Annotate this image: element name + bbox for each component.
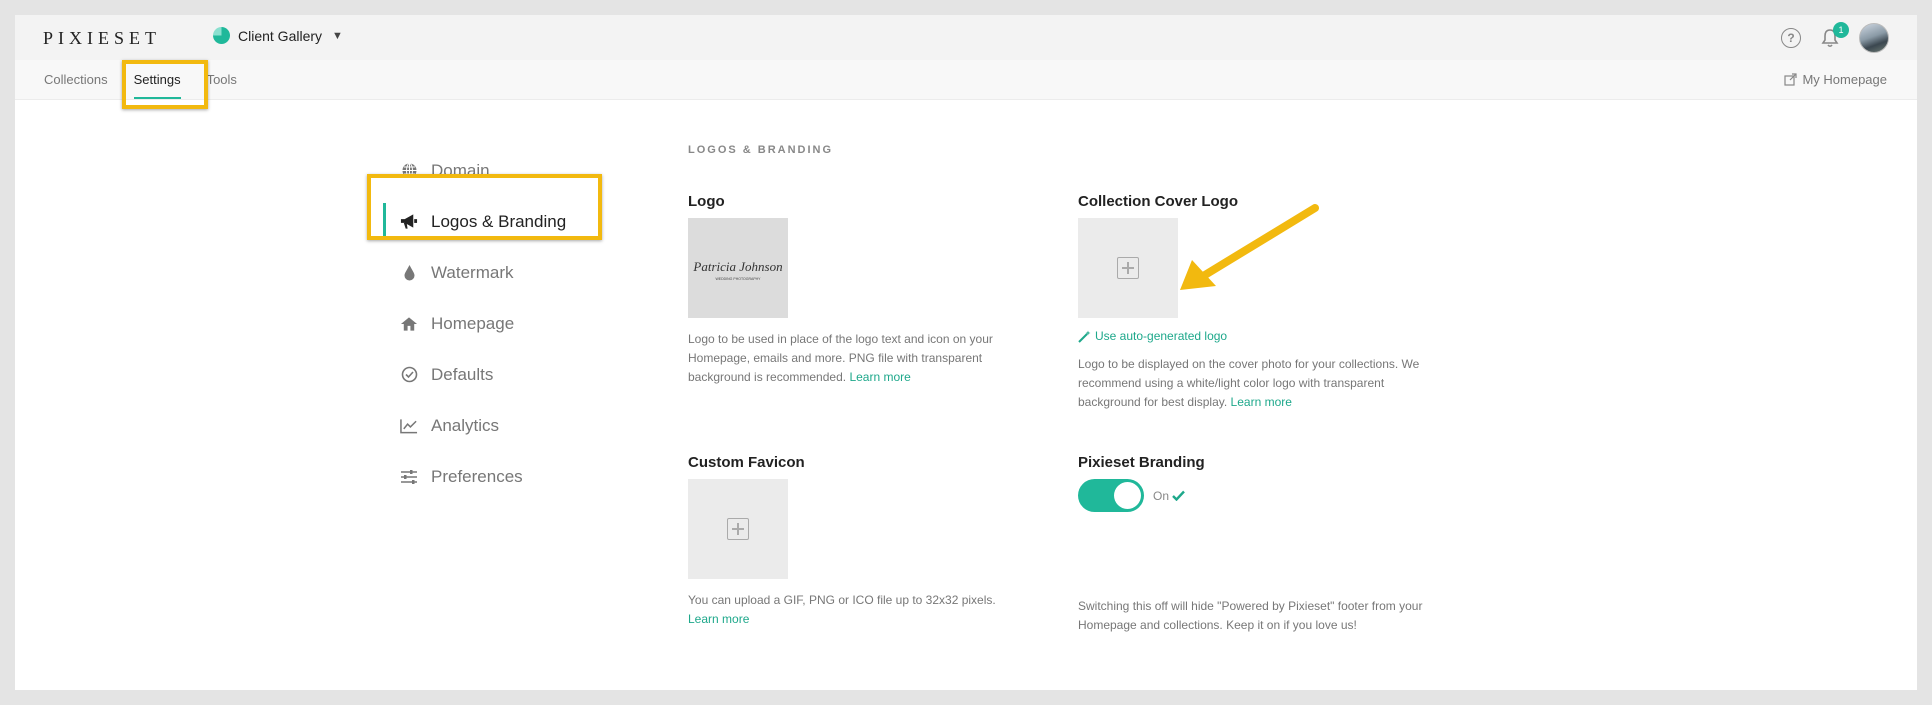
favicon-learn-more-link[interactable]: Learn more xyxy=(688,610,1023,629)
auto-generated-logo-label: Use auto-generated logo xyxy=(1095,329,1228,343)
cover-logo-upload[interactable] xyxy=(1078,218,1178,318)
branding-title: Pixieset Branding xyxy=(1078,454,1205,471)
brand-logo[interactable]: PIXIESET xyxy=(43,28,161,49)
branding-toggle[interactable] xyxy=(1078,479,1144,512)
home-icon xyxy=(400,315,418,333)
sidebar-item-defaults[interactable]: Defaults xyxy=(400,349,566,400)
svg-text:WEDDING PHOTOGRAPHY: WEDDING PHOTOGRAPHY xyxy=(715,277,761,281)
section-title: LOGOS & BRANDING xyxy=(688,144,834,156)
help-icon[interactable]: ? xyxy=(1781,28,1801,48)
drop-icon xyxy=(400,264,418,282)
active-indicator xyxy=(383,203,386,239)
top-header: PIXIESET Client Gallery ▼ ? 1 xyxy=(15,15,1917,60)
chart-line-icon xyxy=(400,417,418,435)
sliders-icon xyxy=(400,468,418,486)
tab-collections[interactable]: Collections xyxy=(44,72,108,87)
sidebar-item-label: Logos & Branding xyxy=(431,211,567,231)
cover-logo-setting: Collection Cover Logo Use auto-generated… xyxy=(1078,193,1438,412)
external-link-icon xyxy=(1784,73,1798,86)
sidebar-item-analytics[interactable]: Analytics xyxy=(400,400,566,451)
settings-sidebar: Domain Logos & Branding Watermark Homepa… xyxy=(383,145,567,502)
plus-icon xyxy=(1117,257,1139,279)
megaphone-icon xyxy=(400,213,418,231)
avatar[interactable] xyxy=(1859,23,1889,53)
branding-description: Switching this off will hide "Powered by… xyxy=(1078,599,1423,632)
my-homepage-link[interactable]: My Homepage xyxy=(1784,72,1887,87)
favicon-upload[interactable] xyxy=(688,479,788,579)
favicon-setting: Custom Favicon You can upload a GIF, PNG… xyxy=(688,454,1048,629)
magic-wand-icon xyxy=(1078,330,1091,343)
sidebar-item-label: Analytics xyxy=(431,415,500,435)
sidebar-item-label: Watermark xyxy=(431,262,514,282)
plus-icon xyxy=(727,518,749,540)
logo-learn-more-link[interactable]: Learn more xyxy=(849,370,910,384)
app-window: PIXIESET Client Gallery ▼ ? 1 Collection… xyxy=(15,15,1917,690)
globe-icon xyxy=(400,162,418,180)
sidebar-item-preferences[interactable]: Preferences xyxy=(400,451,566,502)
header-actions: ? 1 xyxy=(1781,22,1889,53)
sidebar-item-logos-branding[interactable]: Logos & Branding xyxy=(383,196,567,247)
cover-logo-title: Collection Cover Logo xyxy=(1078,193,1239,210)
sidebar-item-domain[interactable]: Domain xyxy=(400,145,566,196)
sidebar-item-label: Homepage xyxy=(431,313,515,333)
check-circle-icon xyxy=(400,366,418,384)
toggle-knob xyxy=(1114,482,1141,509)
svg-text:Patricia Johnson: Patricia Johnson xyxy=(692,259,782,274)
logo-preview[interactable]: Patricia Johnson WEDDING PHOTOGRAPHY xyxy=(688,218,788,318)
sidebar-item-watermark[interactable]: Watermark xyxy=(400,247,566,298)
client-gallery-icon xyxy=(213,27,230,44)
gallery-switcher-label: Client Gallery xyxy=(238,27,323,44)
secondary-nav: Collections Settings Tools My Homepage xyxy=(15,60,1917,100)
logo-title: Logo xyxy=(688,193,725,210)
notifications-button[interactable]: 1 xyxy=(1819,22,1849,50)
logo-setting: Logo Patricia Johnson WEDDING PHOTOGRAPH… xyxy=(688,193,1048,387)
notification-badge: 1 xyxy=(1833,22,1849,38)
logo-description: Logo to be used in place of the logo tex… xyxy=(688,332,993,384)
sidebar-item-label: Defaults xyxy=(431,364,494,384)
pixieset-branding-setting: Pixieset Branding On Switching this off … xyxy=(1078,454,1438,635)
gallery-switcher[interactable]: Client Gallery ▼ xyxy=(213,27,343,44)
sidebar-item-label: Domain xyxy=(431,160,490,180)
toggle-state-label: On xyxy=(1153,488,1170,503)
tab-settings[interactable]: Settings xyxy=(133,72,181,99)
tab-tools[interactable]: Tools xyxy=(207,72,237,87)
favicon-title: Custom Favicon xyxy=(688,454,805,471)
auto-generated-logo-link[interactable]: Use auto-generated logo xyxy=(1078,329,1438,343)
cover-logo-learn-more-link[interactable]: Learn more xyxy=(1231,395,1292,409)
sidebar-item-label: Preferences xyxy=(431,466,523,486)
signature-logo-image: Patricia Johnson WEDDING PHOTOGRAPHY xyxy=(692,259,782,281)
sidebar-item-homepage[interactable]: Homepage xyxy=(400,298,566,349)
checkmark-icon xyxy=(1172,490,1185,501)
chevron-down-icon: ▼ xyxy=(332,29,343,42)
my-homepage-label: My Homepage xyxy=(1802,72,1887,87)
favicon-description: You can upload a GIF, PNG or ICO file up… xyxy=(688,593,996,607)
